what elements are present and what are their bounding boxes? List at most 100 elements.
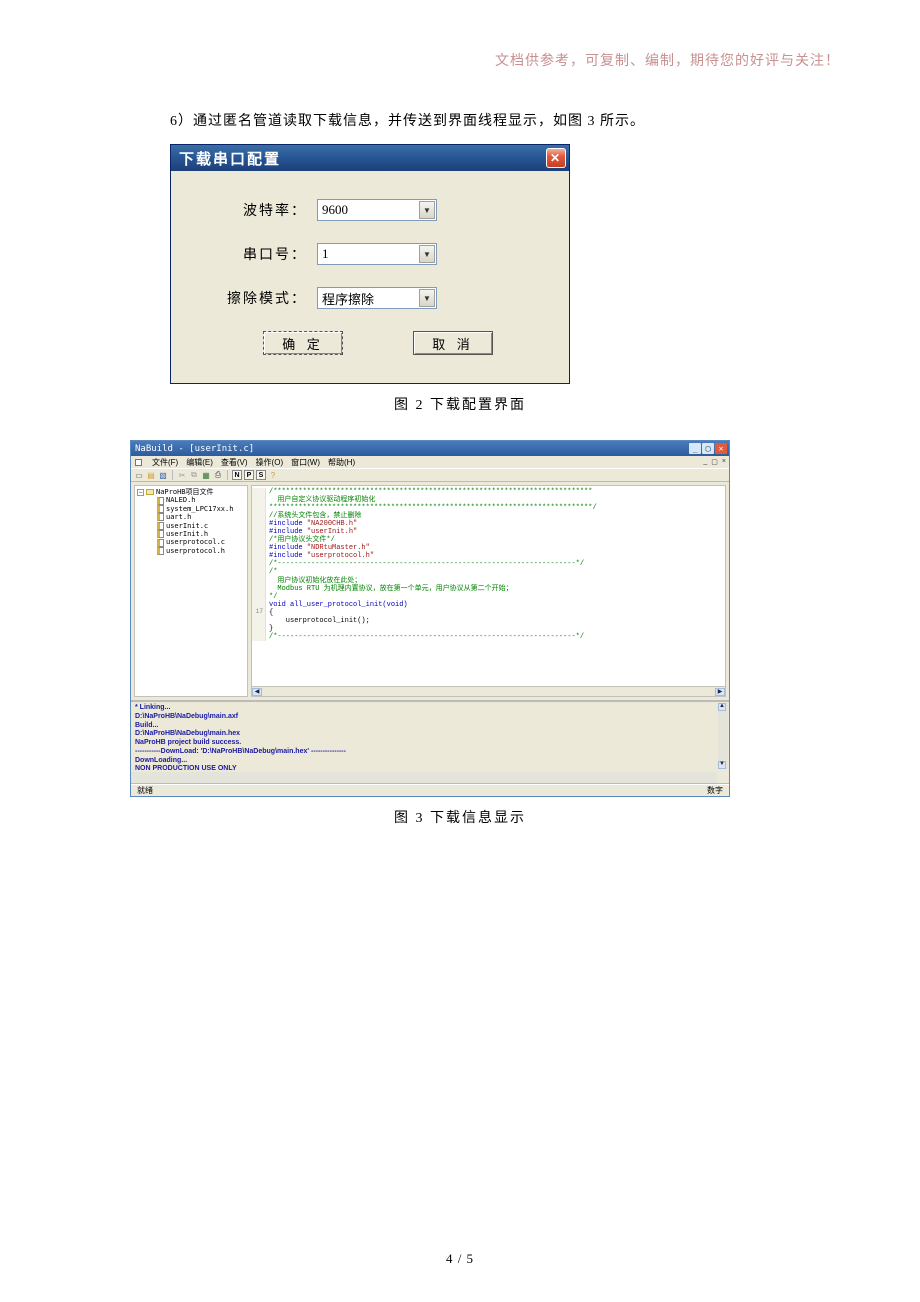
mdi-restore-icon[interactable]: ▢ [711, 458, 718, 466]
mdi-close-icon[interactable]: × [722, 458, 726, 466]
figure-3-caption: 图 3 下载信息显示 [80, 807, 840, 827]
editor-panel: /* **************************************… [251, 482, 729, 700]
tree-file-label: uart.h [166, 513, 191, 521]
output-line: NaProHB project build success. [135, 739, 727, 748]
maximize-button[interactable]: ▢ [702, 443, 714, 454]
project-tree[interactable]: −NaProHB项目文件NALED.hsystem_LPC17xx.huart.… [134, 485, 248, 697]
line-number [252, 512, 266, 520]
code-line: /*--------------------------------------… [252, 633, 725, 641]
line-number [252, 633, 266, 641]
code-line: /*--------------------------------------… [252, 560, 725, 568]
doc-watermark-header: 文档供参考，可复制、编制，期待您的好评与关注！ [80, 50, 840, 70]
chevron-down-icon: ▼ [419, 201, 435, 219]
code-line: 17{ [252, 609, 725, 617]
open-file-icon[interactable]: ▤ [146, 470, 156, 480]
menu-edit[interactable]: 编辑(E) [186, 457, 213, 468]
file-icon [157, 497, 164, 505]
code-line: #include "NDRtuMaster.h" [252, 544, 725, 552]
menu-window[interactable]: 窗口(W) [291, 457, 320, 468]
tree-file-item[interactable]: userInit.h [137, 530, 245, 538]
erase-combobox[interactable]: 程序擦除 ▼ [317, 287, 437, 309]
toolbar-s-button[interactable]: S [256, 470, 266, 480]
output-line: D:\NaProHB\NaDebug\main.axf [135, 713, 727, 722]
minimize-button[interactable]: _ [689, 443, 701, 454]
print-icon[interactable]: ⎙ [213, 470, 223, 480]
code-editor[interactable]: /* **************************************… [251, 485, 726, 687]
line-number [252, 625, 266, 633]
menu-view[interactable]: 查看(V) [221, 457, 248, 468]
line-number [252, 593, 266, 601]
help-icon[interactable]: ? [268, 470, 278, 480]
file-icon [157, 539, 164, 547]
tree-file-item[interactable]: userprotocol.c [137, 538, 245, 546]
dialog-close-button[interactable]: ✕ [546, 148, 566, 168]
code-line: #include "NA200CHB.h" [252, 520, 725, 528]
figure-2-dialog-container: 下载串口配置 ✕ 波特率： 9600 ▼ 串口号： 1 ▼ [170, 144, 570, 384]
tree-file-label: userprotocol.h [166, 547, 225, 555]
file-icon [157, 530, 164, 538]
code-line: */ [252, 593, 725, 601]
project-tree-panel: −NaProHB项目文件NALED.hsystem_LPC17xx.huart.… [131, 482, 251, 700]
line-number [252, 568, 266, 576]
editor-horizontal-scrollbar[interactable]: ◀ ▶ [251, 687, 726, 697]
tree-collapse-icon[interactable]: − [137, 489, 144, 496]
toolbar-separator [172, 470, 173, 480]
toolbar-p-button[interactable]: P [244, 470, 254, 480]
file-icon [157, 522, 164, 530]
scroll-left-icon[interactable]: ◀ [252, 688, 262, 696]
menu-help[interactable]: 帮助(H) [328, 457, 355, 468]
figure-3-ide-window: NaBuild - [userInit.c] _ ▢ ✕ 文件(F) 编辑(E)… [130, 440, 730, 797]
line-number [252, 496, 266, 504]
tree-file-item[interactable]: userInit.c [137, 522, 245, 530]
file-icon [157, 513, 164, 521]
line-number [252, 504, 266, 512]
paste-icon[interactable]: ▦ [201, 470, 211, 480]
output-line: DownLoading... [135, 757, 727, 766]
tree-file-item[interactable]: system_LPC17xx.h [137, 505, 245, 513]
output-line: -----------DownLoad: 'D:\NaProHB\NaDebug… [135, 748, 727, 757]
code-line: #include "userprotocol.h" [252, 552, 725, 560]
code-line: /* [252, 568, 725, 576]
status-left: 就绪 [137, 785, 153, 796]
ide-window-controls: _ ▢ ✕ [689, 443, 727, 454]
mdi-minimize-icon[interactable]: _ [703, 458, 707, 466]
new-file-icon[interactable]: ▭ [134, 470, 144, 480]
menu-file[interactable]: 文件(F) [152, 457, 178, 468]
copy-icon[interactable]: ⧉ [189, 470, 199, 480]
toolbar-n-button[interactable]: N [232, 470, 242, 480]
tree-file-item[interactable]: uart.h [137, 513, 245, 521]
code-line: 用户自定义协议驱动程序初始化 [252, 496, 725, 504]
window-close-button[interactable]: ✕ [715, 443, 727, 454]
code-line: ****************************************… [252, 504, 725, 512]
baud-combobox[interactable]: 9600 ▼ [317, 199, 437, 221]
output-panel[interactable]: * Linking... D:\NaProHB\NaDebug\main.axf… [131, 700, 729, 784]
output-horizontal-scrollbar[interactable] [131, 772, 717, 783]
tree-file-item[interactable]: NALED.h [137, 496, 245, 504]
menu-operate[interactable]: 操作(O) [256, 457, 284, 468]
scroll-up-icon[interactable]: ▲ [718, 703, 726, 711]
code-line: Modbus RTU 为机理内置协议，放在第一个单元，用户协议从第二个开始； [252, 585, 725, 593]
com-label: 串口号： [225, 244, 307, 264]
output-vertical-scrollbar[interactable]: ▲ ▼ [718, 703, 728, 769]
save-icon[interactable]: ▧ [158, 470, 168, 480]
document-page: 文档供参考，可复制、编制，期待您的好评与关注！ 6）通过匿名管道读取下载信息，并… [0, 0, 920, 1302]
line-number [252, 585, 266, 593]
file-icon [157, 505, 164, 513]
output-line: * Linking... [135, 704, 727, 713]
line-number [252, 577, 266, 585]
com-combobox[interactable]: 1 ▼ [317, 243, 437, 265]
line-number [252, 488, 266, 496]
tree-file-item[interactable]: userprotocol.h [137, 547, 245, 555]
line-number [252, 536, 266, 544]
erase-label: 擦除模式： [225, 288, 307, 308]
row-baud: 波特率： 9600 ▼ [189, 199, 551, 221]
ok-button[interactable]: 确 定 [263, 331, 343, 355]
tree-file-label: userInit.h [166, 530, 208, 538]
scroll-right-icon[interactable]: ▶ [715, 688, 725, 696]
mdi-controls: _ ▢ × [703, 458, 726, 466]
ide-menubar: 文件(F) 编辑(E) 查看(V) 操作(O) 窗口(W) 帮助(H) _ ▢ … [131, 456, 729, 468]
cancel-button[interactable]: 取 消 [413, 331, 493, 355]
scroll-down-icon[interactable]: ▼ [718, 761, 726, 769]
line-number [252, 560, 266, 568]
cut-icon[interactable]: ✂ [177, 470, 187, 480]
